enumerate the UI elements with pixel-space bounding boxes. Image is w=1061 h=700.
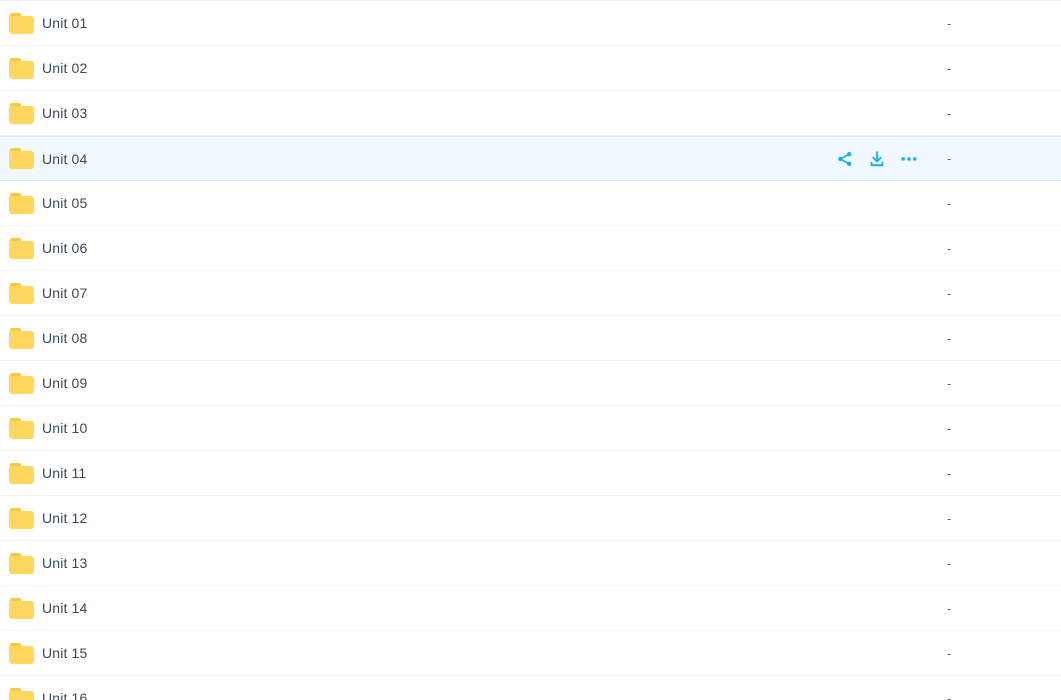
folder-icon-body bbox=[8, 645, 34, 664]
file-size: - bbox=[947, 105, 952, 121]
folder-icon bbox=[0, 507, 42, 529]
folder-icon bbox=[0, 57, 42, 79]
file-name: Unit 07 bbox=[42, 285, 88, 301]
folder-icon bbox=[0, 462, 42, 484]
file-size: - bbox=[947, 375, 952, 391]
file-list-row[interactable]: Unit 15 - bbox=[0, 631, 1061, 676]
file-size: - bbox=[947, 510, 952, 526]
folder-icon bbox=[0, 642, 42, 664]
file-size: - bbox=[947, 690, 952, 700]
file-list-row[interactable]: Unit 07 - bbox=[0, 271, 1061, 316]
file-list-row[interactable]: Unit 10 - bbox=[0, 406, 1061, 451]
file-list-row[interactable]: Unit 02 - bbox=[0, 46, 1061, 91]
file-size: - bbox=[947, 60, 952, 76]
folder-icon-body bbox=[8, 60, 34, 79]
file-name: Unit 16 bbox=[42, 690, 88, 700]
folder-icon-body bbox=[8, 240, 34, 259]
file-size: - bbox=[947, 465, 952, 481]
file-list-row[interactable]: Unit 16 - bbox=[0, 676, 1061, 700]
folder-icon bbox=[0, 552, 42, 574]
folder-icon bbox=[0, 237, 42, 259]
file-name: Unit 05 bbox=[42, 195, 88, 211]
file-name: Unit 11 bbox=[42, 465, 87, 481]
folder-icon bbox=[0, 372, 42, 394]
folder-icon-body bbox=[8, 15, 34, 34]
share-icon[interactable] bbox=[835, 149, 855, 169]
file-name: Unit 06 bbox=[42, 240, 88, 256]
file-list-row[interactable]: Unit 11 - bbox=[0, 451, 1061, 496]
file-name: Unit 13 bbox=[42, 555, 88, 571]
folder-icon-body bbox=[8, 420, 34, 439]
file-list-row[interactable]: Unit 05 - bbox=[0, 181, 1061, 226]
file-list-row[interactable]: Unit 09 - bbox=[0, 361, 1061, 406]
file-name: Unit 03 bbox=[42, 105, 88, 121]
file-list-row[interactable]: Unit 06 - bbox=[0, 226, 1061, 271]
folder-icon-body bbox=[8, 510, 34, 529]
file-name: Unit 02 bbox=[42, 60, 88, 76]
file-name: Unit 15 bbox=[42, 645, 88, 661]
file-list-row[interactable]: Unit 13 - bbox=[0, 541, 1061, 586]
folder-icon-body bbox=[8, 195, 34, 214]
folder-icon-body bbox=[8, 375, 34, 394]
more-actions-icon[interactable] bbox=[899, 149, 919, 169]
file-name: Unit 08 bbox=[42, 330, 88, 346]
file-size: - bbox=[947, 285, 952, 301]
file-size: - bbox=[947, 195, 952, 211]
file-list-row[interactable]: Unit 14 - bbox=[0, 586, 1061, 631]
file-list-row[interactable]: Unit 08 - bbox=[0, 316, 1061, 361]
folder-icon bbox=[0, 282, 42, 304]
file-name: Unit 09 bbox=[42, 375, 88, 391]
folder-icon bbox=[0, 12, 42, 34]
file-size: - bbox=[947, 151, 952, 166]
folder-icon-body bbox=[8, 555, 34, 574]
file-list-row[interactable]: Unit 04 - bbox=[0, 136, 1061, 181]
download-icon[interactable] bbox=[867, 149, 887, 169]
file-name: Unit 10 bbox=[42, 420, 88, 436]
file-name: Unit 04 bbox=[42, 150, 88, 167]
folder-icon-body bbox=[8, 465, 34, 484]
folder-icon-body bbox=[8, 105, 34, 124]
file-size: - bbox=[947, 420, 952, 436]
folder-icon bbox=[0, 687, 42, 700]
file-list-row[interactable]: Unit 03 - bbox=[0, 91, 1061, 136]
row-actions[interactable] bbox=[835, 149, 919, 169]
file-size: - bbox=[947, 555, 952, 571]
folder-icon bbox=[0, 102, 42, 124]
file-name: Unit 12 bbox=[42, 510, 88, 526]
file-size: - bbox=[947, 645, 952, 661]
file-size: - bbox=[947, 330, 952, 346]
folder-icon-body bbox=[8, 600, 34, 619]
folder-icon bbox=[0, 327, 42, 349]
file-size: - bbox=[947, 240, 952, 256]
file-name: Unit 14 bbox=[42, 600, 88, 616]
folder-icon-body bbox=[8, 151, 34, 169]
file-list-row[interactable]: Unit 12 - bbox=[0, 496, 1061, 541]
file-list[interactable]: Unit 01 - Unit 02 - Unit 03 - Unit 04 - … bbox=[0, 0, 1061, 700]
folder-icon bbox=[0, 192, 42, 214]
file-name: Unit 01 bbox=[42, 15, 88, 31]
folder-icon-body bbox=[8, 285, 34, 304]
folder-icon-body bbox=[8, 330, 34, 349]
folder-icon bbox=[0, 597, 42, 619]
folder-icon bbox=[0, 148, 42, 169]
file-list-row[interactable]: Unit 01 - bbox=[0, 1, 1061, 46]
file-size: - bbox=[947, 15, 952, 31]
file-size: - bbox=[947, 600, 952, 616]
folder-icon bbox=[0, 417, 42, 439]
folder-icon-body bbox=[8, 690, 34, 700]
